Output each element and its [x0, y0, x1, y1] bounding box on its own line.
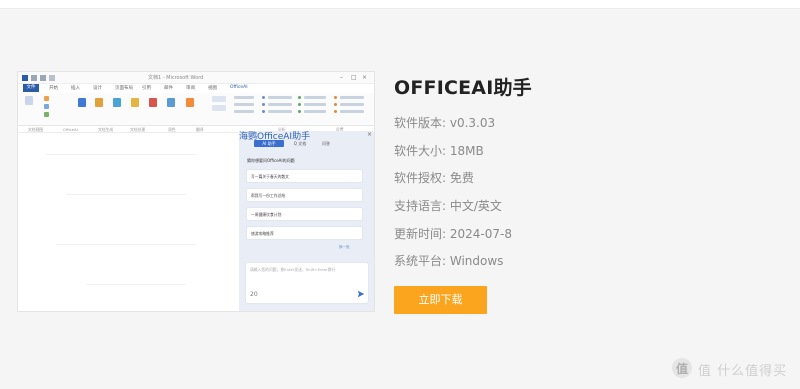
doc-faint-line: [66, 194, 186, 195]
ribbon-radio-icon[interactable]: [298, 110, 301, 113]
watermark-logo-icon: 值: [672, 358, 692, 378]
redo-icon[interactable]: [49, 75, 55, 81]
menu-home[interactable]: 开始: [49, 85, 58, 91]
ai-suggestion-text: 写一篇关于春天的散文: [251, 174, 289, 179]
menu-layout[interactable]: 页面布局: [115, 85, 133, 91]
ai-question-input[interactable]: 请输入您的问题，按Enter发送，Shift+Enter换行 20: [245, 262, 369, 304]
top-divider: [0, 8, 800, 9]
info-version: 软件版本: v0.3.03: [394, 116, 496, 130]
save-icon[interactable]: [31, 75, 37, 81]
download-button[interactable]: 立即下载: [394, 286, 487, 314]
tab-document[interactable]: Q 文档: [286, 140, 314, 147]
ai-input-placeholder: 请输入您的问题，按Enter发送，Shift+Enter换行: [250, 267, 336, 272]
ai-panel-tabs: AI 助手 Q 文档 问答: [246, 140, 366, 149]
ai-suggestion-text: 旅游攻略推荐: [251, 231, 274, 236]
close-icon[interactable]: ×: [362, 74, 367, 81]
group-label: 润色: [168, 127, 176, 132]
ai-char-count: 20: [250, 291, 258, 298]
ribbon-translate-icon[interactable]: [167, 98, 175, 107]
ribbon-option[interactable]: [340, 110, 364, 113]
document-canvas[interactable]: [26, 134, 231, 310]
ribbon-expand-icon[interactable]: [113, 98, 121, 107]
ribbon-small-icon[interactable]: [44, 112, 49, 117]
ribbon-option[interactable]: [234, 110, 254, 113]
group-label: 文档处理: [130, 127, 146, 132]
tab-qa[interactable]: 问答: [316, 140, 336, 147]
ai-suggestion-text: 一周健康饮食计划: [251, 212, 282, 217]
ribbon-analyze-icon[interactable]: [186, 98, 194, 107]
doc-faint-line: [86, 284, 186, 285]
group-label: 文档生成: [98, 127, 114, 132]
ribbon-option[interactable]: [268, 103, 292, 106]
word-app-icon: [22, 75, 28, 81]
top-strip: [0, 0, 800, 8]
tab-ai-assistant[interactable]: AI 助手: [254, 140, 284, 147]
ribbon-option[interactable]: [268, 96, 292, 99]
menu-references[interactable]: 引用: [142, 85, 151, 91]
watermark-text: 值 什么值得买: [698, 364, 788, 379]
ribbon-option[interactable]: [304, 110, 326, 113]
group-label: OfficeAI: [63, 127, 78, 132]
ribbon-small-icon[interactable]: [44, 96, 49, 101]
ribbon-radio-icon[interactable]: [334, 110, 337, 113]
ribbon-radio-icon[interactable]: [334, 103, 337, 106]
ribbon-option[interactable]: [340, 103, 364, 106]
minimize-icon[interactable]: –: [340, 74, 343, 81]
ribbon-option[interactable]: [234, 96, 254, 99]
word-window-title: 文档1 - Microsoft Word: [148, 75, 204, 81]
ribbon-radio-icon[interactable]: [262, 103, 265, 106]
menu-officeai[interactable]: OfficeAI: [230, 85, 248, 90]
ribbon-polish-icon[interactable]: [149, 98, 157, 107]
info-platform: 系统平台: Windows: [394, 254, 504, 268]
ai-suggestion-chip[interactable]: 帮我写一份工作总结: [246, 188, 363, 202]
ribbon-small-icon[interactable]: [44, 104, 49, 109]
officeai-panel: 海鹦OfficeAI助手 × AI 助手 Q 文档 问答 猜你想要问Office…: [239, 131, 374, 311]
ribbon-option[interactable]: [268, 110, 292, 113]
ribbon-size-select[interactable]: [212, 105, 226, 111]
app-title: OFFICEAI助手: [394, 77, 532, 99]
info-language: 支持语言: 中文/英文: [394, 199, 502, 213]
ribbon-option[interactable]: [304, 103, 326, 106]
ai-suggestion-chip[interactable]: 写一篇关于春天的散文: [246, 169, 363, 183]
maximize-icon[interactable]: □: [351, 74, 357, 81]
word-ribbon: [18, 93, 374, 126]
ai-suggestion-chip[interactable]: 旅游攻略推荐: [246, 226, 363, 240]
ribbon-option[interactable]: [340, 96, 364, 99]
doc-faint-line: [56, 244, 196, 245]
ribbon-doc-icon[interactable]: [25, 96, 33, 105]
ai-suggestion-intro: 猜你想要问OfficeAI的问题: [247, 158, 295, 163]
ai-panel-close-icon[interactable]: ×: [367, 131, 372, 138]
ribbon-radio-icon[interactable]: [298, 103, 301, 106]
product-screenshot: 文档1 - Microsoft Word – □ × 文件 开始 插入 设计 页…: [17, 71, 375, 312]
info-license: 软件授权: 免费: [394, 171, 474, 185]
send-icon[interactable]: [357, 290, 365, 298]
info-size: 软件大小: 18MB: [394, 144, 484, 158]
ai-suggestion-chip[interactable]: 一周健康饮食计划: [246, 207, 363, 221]
doc-faint-line: [46, 154, 196, 155]
group-label: 翻译: [196, 127, 204, 132]
menu-mailings[interactable]: 邮件: [164, 85, 173, 91]
menu-design[interactable]: 设计: [93, 85, 102, 91]
ribbon-option[interactable]: [234, 103, 254, 106]
ribbon-generate-icon[interactable]: [78, 98, 86, 107]
ai-suggestion-text: 帮我写一份工作总结: [251, 193, 286, 198]
ai-refresh-link[interactable]: 换一批: [339, 245, 350, 250]
menu-file[interactable]: 文件: [23, 84, 39, 92]
word-menubar: 文件 开始 插入 设计 页面布局 引用 邮件 审阅 视图 OfficeAI: [18, 84, 374, 93]
word-titlebar: 文档1 - Microsoft Word – □ ×: [18, 72, 374, 84]
ribbon-radio-icon[interactable]: [334, 96, 337, 99]
menu-insert[interactable]: 插入: [71, 85, 80, 91]
menu-view[interactable]: 视图: [208, 85, 217, 91]
ribbon-summary-icon[interactable]: [131, 98, 139, 107]
ribbon-option[interactable]: [304, 96, 326, 99]
ribbon-radio-icon[interactable]: [262, 110, 265, 113]
undo-icon[interactable]: [40, 75, 46, 81]
ribbon-radio-icon[interactable]: [298, 96, 301, 99]
info-updated: 更新时间: 2024-07-8: [394, 227, 512, 241]
ribbon-radio-icon[interactable]: [262, 96, 265, 99]
group-label: 文档视图: [28, 127, 44, 132]
ribbon-rewrite-icon[interactable]: [95, 98, 103, 107]
menu-review[interactable]: 审阅: [186, 85, 195, 91]
ribbon-font-select[interactable]: [212, 96, 226, 102]
